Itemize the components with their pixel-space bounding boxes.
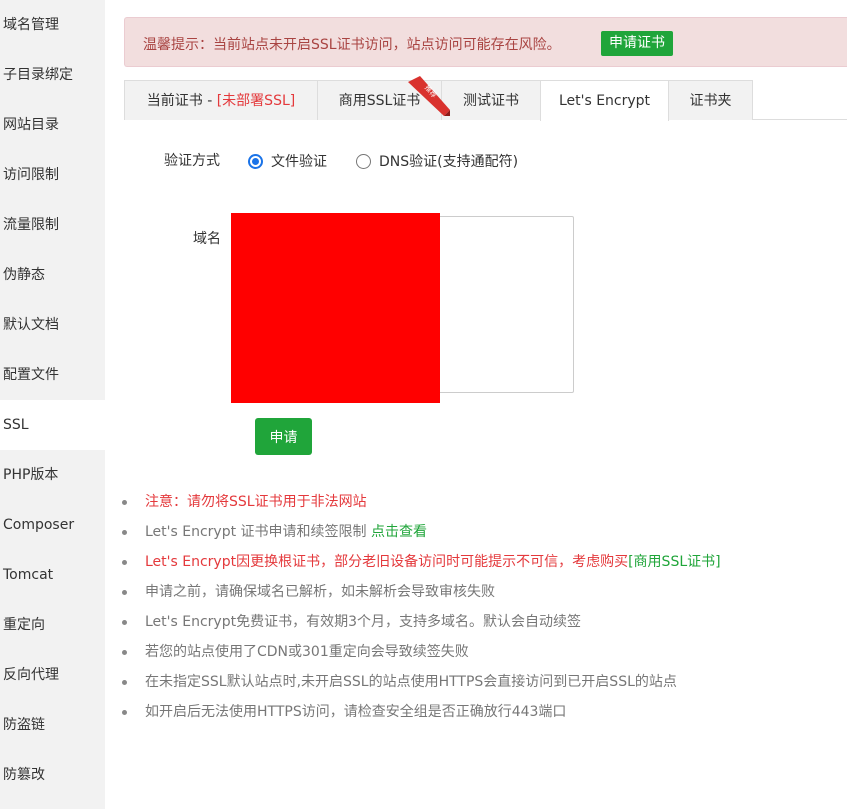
tab-folder-label: 证书夹	[689, 93, 732, 109]
dns-verify-option[interactable]: DNS验证(支持通配符)	[356, 151, 518, 171]
sidebar-item-access-restriction[interactable]: 访问限制	[0, 150, 105, 200]
note-item-illegal-warning: 注意：请勿将SSL证书用于非法网站	[122, 487, 842, 517]
sidebar-item-php-version[interactable]: PHP版本	[0, 450, 105, 500]
note-text: 若您的站点使用了CDN或301重定向会导致续签失败	[145, 644, 469, 660]
tab-current-certificate[interactable]: 当前证书 - [未部署SSL]	[124, 80, 318, 120]
commercial-ssl-link[interactable]: [商用SSL证书]	[628, 554, 721, 570]
sidebar-item-hotlink-protection[interactable]: 防盗链	[0, 700, 105, 750]
note-item-cdn: 若您的站点使用了CDN或301重定向会导致续签失败	[122, 637, 842, 667]
apply-button[interactable]: 申请	[255, 418, 312, 455]
domain-label: 域名	[193, 231, 221, 247]
recommend-ribbon-badge: 推荐	[408, 76, 450, 116]
sidebar-item-site-directory[interactable]: 网站目录	[0, 100, 105, 150]
sidebar-item-traffic-limit[interactable]: 流量限制	[0, 200, 105, 250]
note-item-rate-limit: Let's Encrypt 证书申请和续签限制 点击查看	[122, 517, 842, 547]
alert-text: 温馨提示：当前站点未开启SSL证书访问，站点访问可能存在风险。	[143, 37, 561, 53]
file-verify-radio[interactable]	[248, 153, 263, 169]
notes-list: 注意：请勿将SSL证书用于非法网站 Let's Encrypt 证书申请和续签限…	[122, 487, 842, 727]
view-limits-link[interactable]: 点击查看	[371, 524, 427, 540]
sidebar-item-domain-management[interactable]: 域名管理	[0, 0, 105, 50]
sidebar-item-composer[interactable]: Composer	[0, 500, 105, 550]
note-text: Let's Encrypt因更换根证书，部分老旧设备访问时可能提示不可信，考虑购…	[145, 554, 629, 570]
ssl-settings-panel: 域名管理 子目录绑定 网站目录 访问限制 流量限制 伪静态 默认文档 配置文件 …	[0, 0, 847, 809]
tab-current-label: 当前证书 -	[146, 93, 217, 109]
apply-certificate-button[interactable]: 申请证书	[601, 31, 673, 56]
note-item-dns-resolve: 申请之前，请确保域名已解析，如未解析会导致审核失败	[122, 577, 842, 607]
tab-certificate-folder[interactable]: 证书夹	[668, 80, 753, 120]
note-item-default-site: 在未指定SSL默认站点时,未开启SSL的站点使用HTTPS会直接访问到已开启SS…	[122, 667, 842, 697]
tab-test-certificate[interactable]: 测试证书	[441, 80, 541, 120]
sidebar-item-tomcat[interactable]: Tomcat	[0, 550, 105, 600]
dns-verify-label: DNS验证(支持通配符)	[379, 154, 519, 170]
certificate-tabs: 当前证书 - [未部署SSL] 商用SSL证书 测试证书 Let's Encry…	[124, 80, 847, 121]
note-item-root-cert: Let's Encrypt因更换根证书，部分老旧设备访问时可能提示不可信，考虑购…	[122, 547, 842, 577]
sidebar: 域名管理 子目录绑定 网站目录 访问限制 流量限制 伪静态 默认文档 配置文件 …	[0, 0, 105, 809]
tab-test-label: 测试证书	[463, 93, 519, 109]
sidebar-item-ssl[interactable]: SSL	[0, 400, 105, 450]
sidebar-item-config-file[interactable]: 配置文件	[0, 350, 105, 400]
note-text: 在未指定SSL默认站点时,未开启SSL的站点使用HTTPS会直接访问到已开启SS…	[145, 674, 677, 690]
tab-lets-encrypt[interactable]: Let's Encrypt	[540, 80, 669, 121]
note-text: 申请之前，请确保域名已解析，如未解析会导致审核失败	[145, 584, 495, 600]
file-verify-label: 文件验证	[271, 154, 327, 170]
note-text: 如开启后无法使用HTTPS访问，请检查安全组是否正确放行443端口	[145, 704, 567, 720]
sidebar-item-rewrite[interactable]: 伪静态	[0, 250, 105, 300]
tab-letsencrypt-label: Let's Encrypt	[558, 93, 651, 109]
sidebar-item-subdirectory-binding[interactable]: 子目录绑定	[0, 50, 105, 100]
dns-verify-radio[interactable]	[356, 153, 371, 169]
file-verify-option[interactable]: 文件验证	[248, 151, 327, 171]
sidebar-item-reverse-proxy[interactable]: 反向代理	[0, 650, 105, 700]
sidebar-item-tamper-protection[interactable]: 防篡改	[0, 750, 105, 800]
note-text: 注意：请勿将SSL证书用于非法网站	[145, 494, 367, 510]
note-item-security-group: 如开启后无法使用HTTPS访问，请检查安全组是否正确放行443端口	[122, 697, 842, 727]
note-text: Let's Encrypt 证书申请和续签限制	[145, 524, 371, 540]
sidebar-item-default-document[interactable]: 默认文档	[0, 300, 105, 350]
redaction-block	[231, 213, 440, 403]
sidebar-item-redirect[interactable]: 重定向	[0, 600, 105, 650]
note-text: Let's Encrypt免费证书，有效期3个月，支持多域名。默认会自动续签	[145, 614, 581, 630]
verify-method-label: 验证方式	[164, 153, 220, 169]
ssl-warning-alert: 温馨提示：当前站点未开启SSL证书访问，站点访问可能存在风险。 申请证书	[124, 17, 847, 67]
tab-current-status: [未部署SSL]	[216, 93, 296, 109]
note-item-validity: Let's Encrypt免费证书，有效期3个月，支持多域名。默认会自动续签	[122, 607, 842, 637]
